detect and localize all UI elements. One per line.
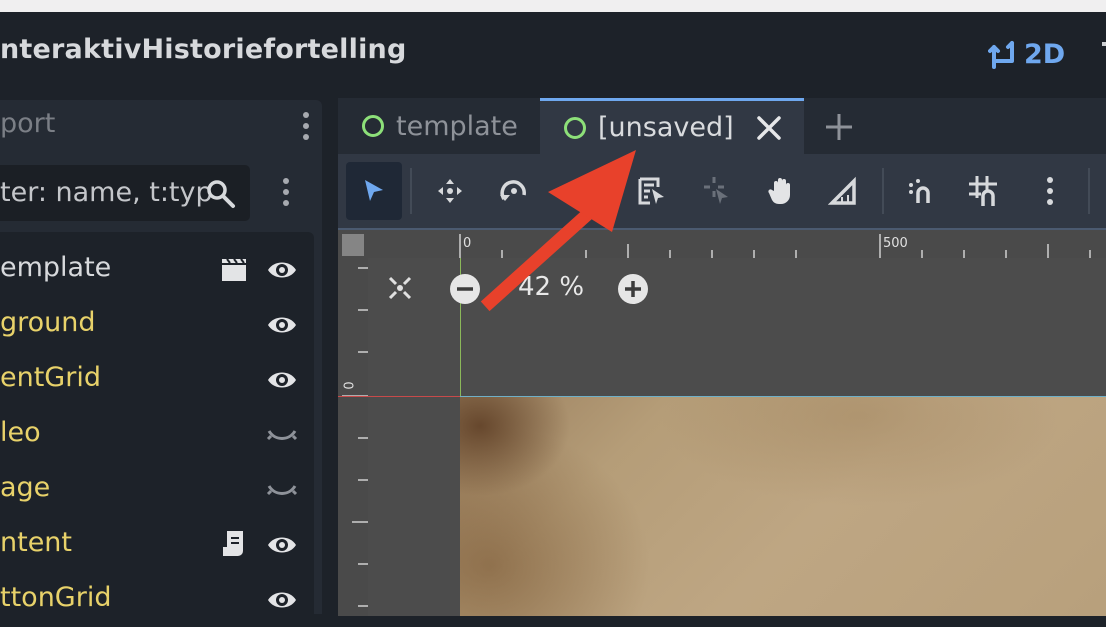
- toolbar-separator: [882, 168, 884, 214]
- main-editor: template [unsaved] 0 500 0 42 %: [338, 98, 1106, 616]
- ruler-corner: [338, 230, 368, 258]
- tab-template-label: template: [396, 110, 518, 142]
- scene-tree-item[interactable]: entGrid: [0, 352, 314, 407]
- visibility-icon[interactable]: [266, 364, 298, 400]
- move-tool-icon: [438, 179, 462, 203]
- pivot-tool-icon: [704, 177, 728, 204]
- smart-snap-icon: [909, 179, 930, 203]
- import-tab[interactable]: port: [0, 100, 322, 152]
- select-tool-icon: [365, 180, 383, 201]
- zoom-reset-icon[interactable]: [384, 272, 416, 304]
- project-title: nteraktivHistoriefortelling: [0, 34, 407, 65]
- canvas-toolbar: [338, 154, 1106, 230]
- grid-snap-button[interactable]: [956, 162, 1012, 220]
- node-label: emplate: [0, 252, 112, 283]
- hidden-icon[interactable]: [266, 419, 298, 455]
- editor-title-bar: nteraktivHistoriefortelling 2D: [0, 12, 1106, 98]
- list-select-icon: [638, 177, 664, 205]
- background-parchment-image: [460, 396, 1106, 616]
- scene-circle-icon: [564, 116, 586, 139]
- pivot-tool-button[interactable]: [690, 162, 746, 220]
- scene-circle-icon: [362, 115, 384, 137]
- ruler-tool-button[interactable]: [816, 162, 872, 220]
- ruler-label-y0: 0: [342, 381, 358, 390]
- view-2d-button[interactable]: 2D: [988, 34, 1065, 74]
- ruler-tool-icon: [828, 176, 856, 205]
- scene-dock: port ter: name, t:typ emplate ground entGr…: [0, 100, 322, 614]
- scene-tree-item[interactable]: leo: [0, 407, 314, 462]
- pan-tool-icon: [768, 178, 790, 205]
- toolbar-separator: [1088, 168, 1090, 214]
- close-icon[interactable]: [756, 115, 782, 141]
- 2d-canvas[interactable]: 42 %: [338, 258, 1106, 616]
- tab-unsaved[interactable]: [unsaved]: [540, 98, 804, 154]
- search-icon: [207, 180, 235, 208]
- move-tool-button[interactable]: [422, 162, 478, 220]
- scene-tab-bar: template [unsaved]: [338, 98, 1106, 154]
- 3d-view-icon[interactable]: [1098, 38, 1106, 74]
- list-select-button[interactable]: [624, 162, 680, 220]
- ruler-label-0: 0: [463, 236, 472, 251]
- canvas-viewport[interactable]: 0 500 0 42 %: [338, 228, 1106, 616]
- visibility-icon[interactable]: [266, 309, 298, 345]
- scene-tree-item[interactable]: ntent: [0, 517, 314, 572]
- os-title-strip: [0, 0, 1106, 12]
- ruler-label-500: 500: [883, 236, 908, 251]
- node-label: age: [0, 472, 51, 503]
- 2d-view-icon: [988, 41, 1014, 69]
- script-icon[interactable]: [219, 529, 249, 563]
- toolbar-separator: [614, 168, 616, 214]
- pan-tool-button[interactable]: [754, 162, 810, 220]
- node-label: leo: [0, 417, 41, 448]
- node-label: ground: [0, 307, 96, 338]
- visibility-icon[interactable]: [266, 254, 298, 290]
- scene-tree-item[interactable]: ttonGrid: [0, 572, 314, 627]
- scale-tool-button[interactable]: [550, 162, 606, 220]
- vertical-ruler[interactable]: 0: [338, 258, 368, 616]
- smart-snap-button[interactable]: [894, 162, 950, 220]
- zoom-level[interactable]: 42 %: [518, 272, 584, 302]
- scene-tree: emplate ground entGrid leo age ntent ttonGrid: [0, 232, 314, 614]
- more-options-icon: [1046, 177, 1054, 205]
- scene-tree-item[interactable]: age: [0, 462, 314, 517]
- add-tab-icon[interactable]: [824, 112, 854, 142]
- zoom-out-icon[interactable]: [448, 272, 482, 306]
- zoom-in-icon[interactable]: [616, 272, 650, 306]
- scene-tree-item[interactable]: ground: [0, 297, 314, 352]
- filter-options-icon[interactable]: [282, 178, 290, 206]
- scene-tree-item[interactable]: emplate: [0, 242, 314, 297]
- clapperboard-icon[interactable]: [219, 254, 249, 288]
- tab-template[interactable]: template: [362, 98, 542, 154]
- horizontal-ruler[interactable]: 0 500: [368, 230, 1106, 258]
- more-options-button[interactable]: [1022, 162, 1078, 220]
- import-tab-label: port: [0, 108, 56, 139]
- rotate-tool-button[interactable]: [486, 162, 542, 220]
- x-axis-line: [338, 396, 460, 397]
- view-2d-label: 2D: [1024, 38, 1066, 70]
- rotate-tool-icon: [500, 180, 526, 201]
- node-label: entGrid: [0, 362, 101, 393]
- hidden-icon[interactable]: [266, 474, 298, 510]
- filter-input-text: ter: name, t:typ: [0, 177, 213, 208]
- select-tool-button[interactable]: [346, 162, 402, 220]
- node-label: ntent: [0, 527, 73, 558]
- scale-tool-icon: [575, 188, 589, 202]
- viewport-boundary: [460, 396, 1106, 397]
- panel-menu-icon[interactable]: [302, 112, 310, 140]
- node-label: ttonGrid: [0, 582, 112, 613]
- filter-nodes-input[interactable]: ter: name, t:typ: [0, 165, 250, 221]
- toolbar-separator: [410, 168, 412, 214]
- visibility-icon[interactable]: [266, 529, 298, 565]
- visibility-icon[interactable]: [266, 584, 298, 620]
- tab-unsaved-label: [unsaved]: [598, 112, 734, 143]
- grid-snap-icon: [969, 176, 997, 206]
